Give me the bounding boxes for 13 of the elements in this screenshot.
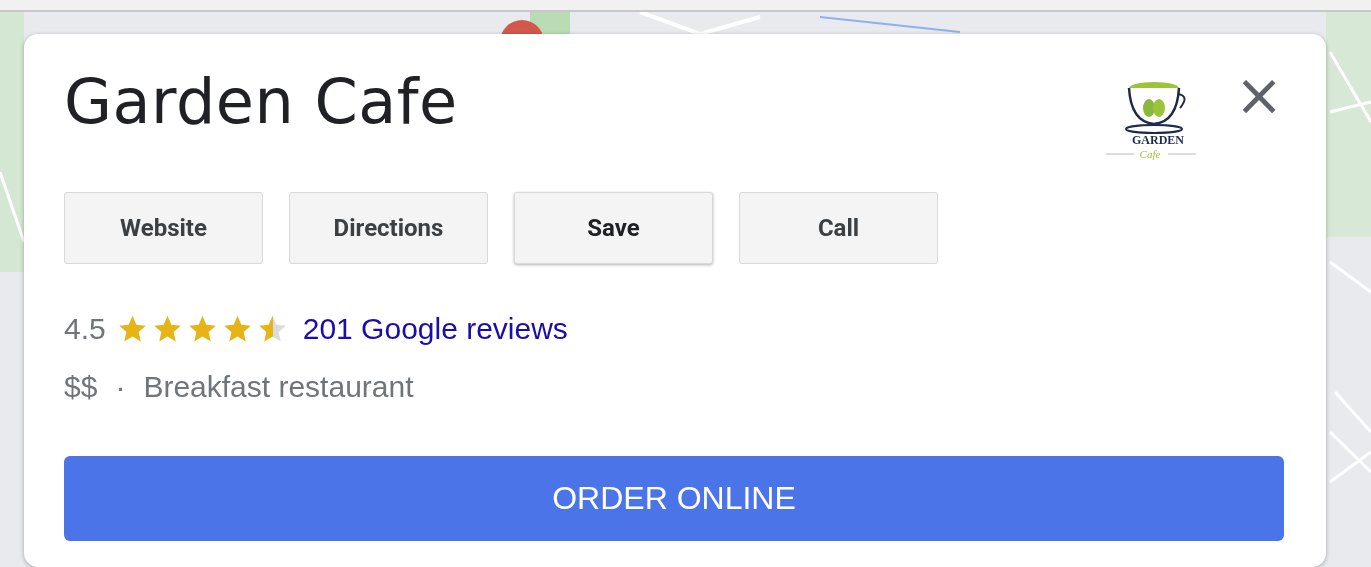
action-button[interactable]: Call xyxy=(739,192,938,264)
order-online-button[interactable]: ORDER ONLINE xyxy=(64,456,1284,541)
action-button[interactable]: Directions xyxy=(289,192,488,264)
price-level: $$ xyxy=(64,370,98,404)
category-text: Breakfast restaurant xyxy=(143,370,414,404)
rating-score: 4.5 xyxy=(64,312,106,346)
action-button[interactable]: Website xyxy=(64,192,263,264)
cafe-logo: GARDEN Cafe xyxy=(1104,78,1204,162)
action-button[interactable]: Save xyxy=(514,192,713,264)
reviews-link[interactable]: 201 Google reviews xyxy=(302,312,568,346)
separator-dot: · xyxy=(115,370,126,404)
close-button[interactable]: × xyxy=(1234,66,1284,124)
place-name: Garden Cafe xyxy=(64,64,459,140)
